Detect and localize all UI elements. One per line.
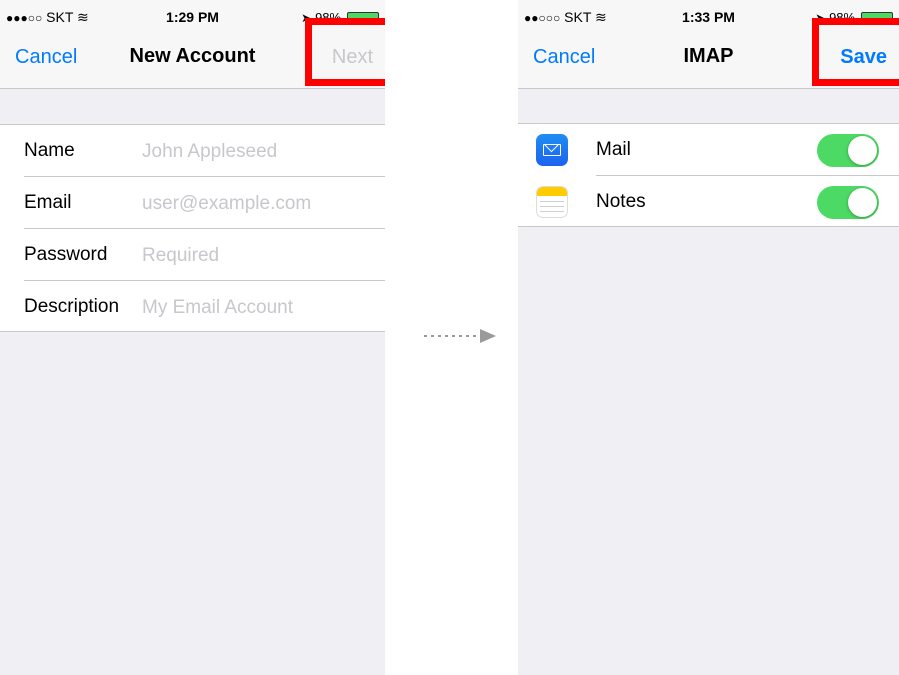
email-row[interactable]: Email user@example.com [0, 177, 385, 229]
next-button-highlight [305, 18, 385, 86]
imap-screen: ●●○○○ SKT ≋ 1:33 PM ➤ 98% Cancel IMAP Sa… [518, 0, 899, 675]
save-button-highlight [812, 18, 899, 86]
name-row[interactable]: Name John Appleseed [0, 125, 385, 177]
arrow-right-icon [424, 329, 496, 343]
new-account-screen: ●●●○○ SKT ≋ 1:29 PM ➤ 98% Cancel New Acc… [0, 0, 385, 675]
toggle-knob [848, 188, 877, 217]
account-form: Name John Appleseed Email user@example.c… [0, 124, 385, 332]
name-label: Name [24, 140, 75, 161]
description-input[interactable]: My Email Account [142, 297, 293, 319]
notes-toggle[interactable] [817, 186, 879, 219]
mail-label: Mail [596, 139, 631, 160]
description-row[interactable]: Description My Email Account [0, 281, 385, 333]
mail-row: Mail [518, 124, 899, 176]
cancel-button[interactable]: Cancel [533, 46, 595, 69]
password-row[interactable]: Password Required [0, 229, 385, 281]
sync-options-list: Mail Notes [518, 123, 899, 227]
password-input[interactable]: Required [142, 245, 219, 267]
mail-icon [536, 134, 568, 166]
notes-icon [536, 186, 568, 218]
password-label: Password [24, 244, 108, 265]
mail-toggle[interactable] [817, 134, 879, 167]
email-input[interactable]: user@example.com [142, 193, 311, 215]
toggle-knob [848, 136, 877, 165]
email-label: Email [24, 192, 72, 213]
description-label: Description [24, 296, 120, 317]
notes-label: Notes [596, 191, 646, 212]
name-input[interactable]: John Appleseed [142, 141, 277, 163]
cancel-button[interactable]: Cancel [15, 46, 77, 69]
notes-row: Notes [518, 176, 899, 228]
